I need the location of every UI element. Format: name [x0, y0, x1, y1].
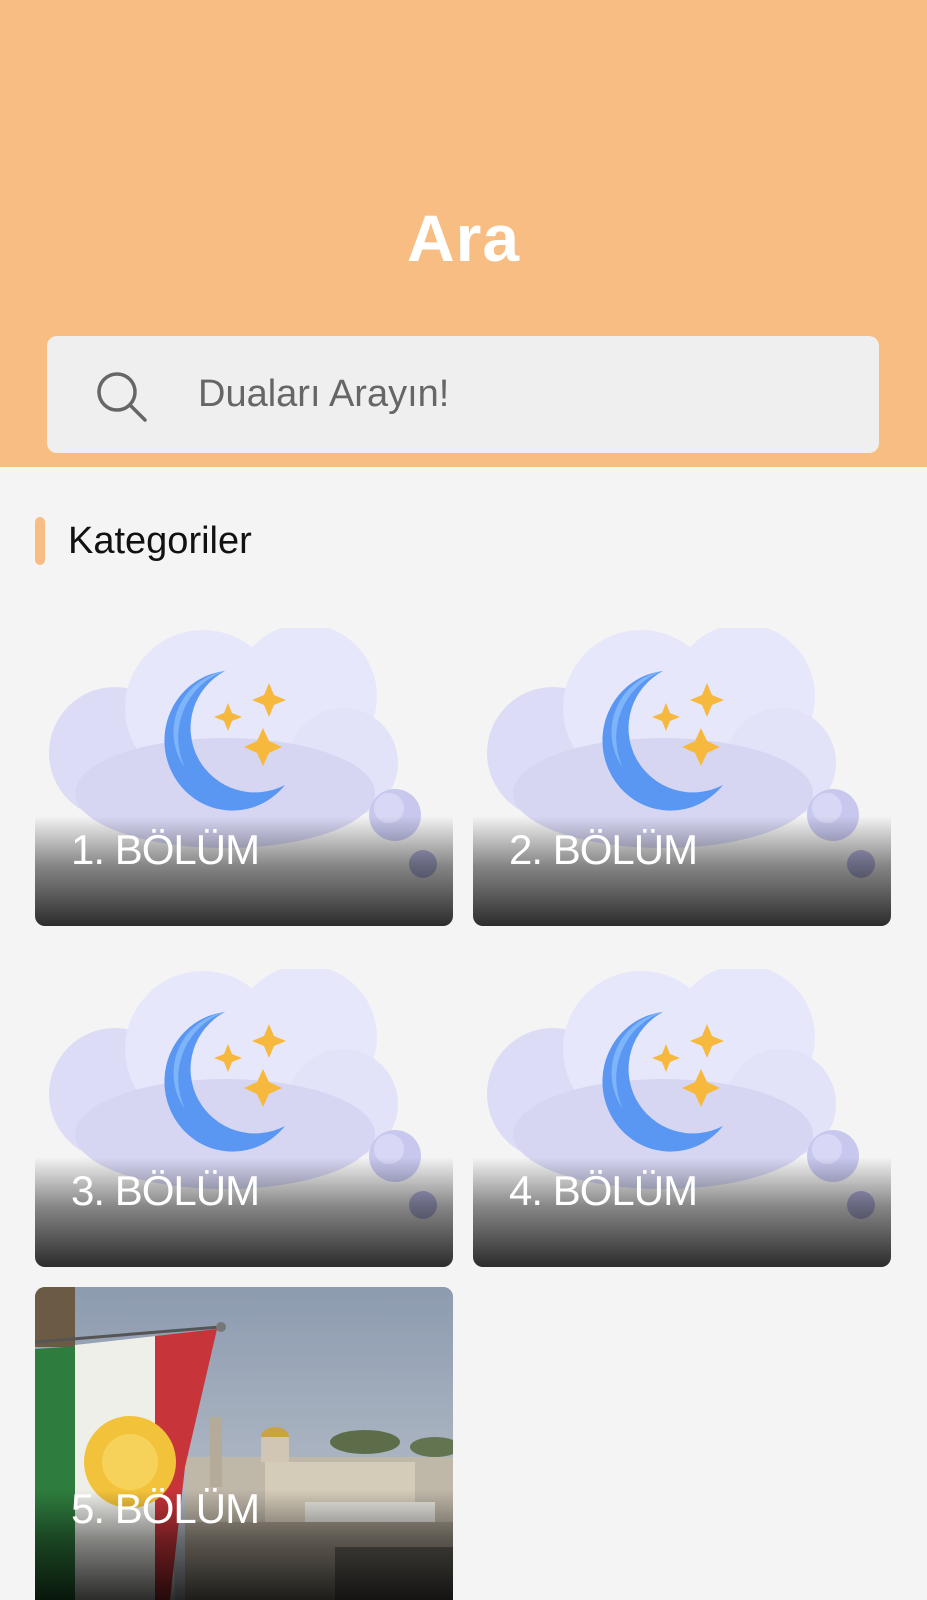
category-card-4[interactable]: 4. BÖLÜM	[473, 969, 891, 1267]
search-icon[interactable]	[95, 370, 150, 425]
category-card-2[interactable]: 2. BÖLÜM	[473, 628, 891, 926]
section-accent-bar	[35, 517, 45, 565]
category-label: 2. BÖLÜM	[509, 826, 698, 873]
section-title: Kategoriler	[68, 520, 252, 562]
page-title: Ara	[406, 201, 521, 275]
category-label: 5. BÖLÜM	[71, 1485, 260, 1532]
category-card-3[interactable]: 3. BÖLÜM	[35, 969, 453, 1267]
category-label: 3. BÖLÜM	[71, 1167, 260, 1214]
category-label: 4. BÖLÜM	[509, 1167, 698, 1214]
category-card-1[interactable]: 1. BÖLÜM	[35, 628, 453, 926]
search-input[interactable]	[198, 366, 838, 422]
category-label: 1. BÖLÜM	[71, 826, 260, 873]
category-card-5[interactable]: 5. BÖLÜM	[35, 1287, 453, 1600]
